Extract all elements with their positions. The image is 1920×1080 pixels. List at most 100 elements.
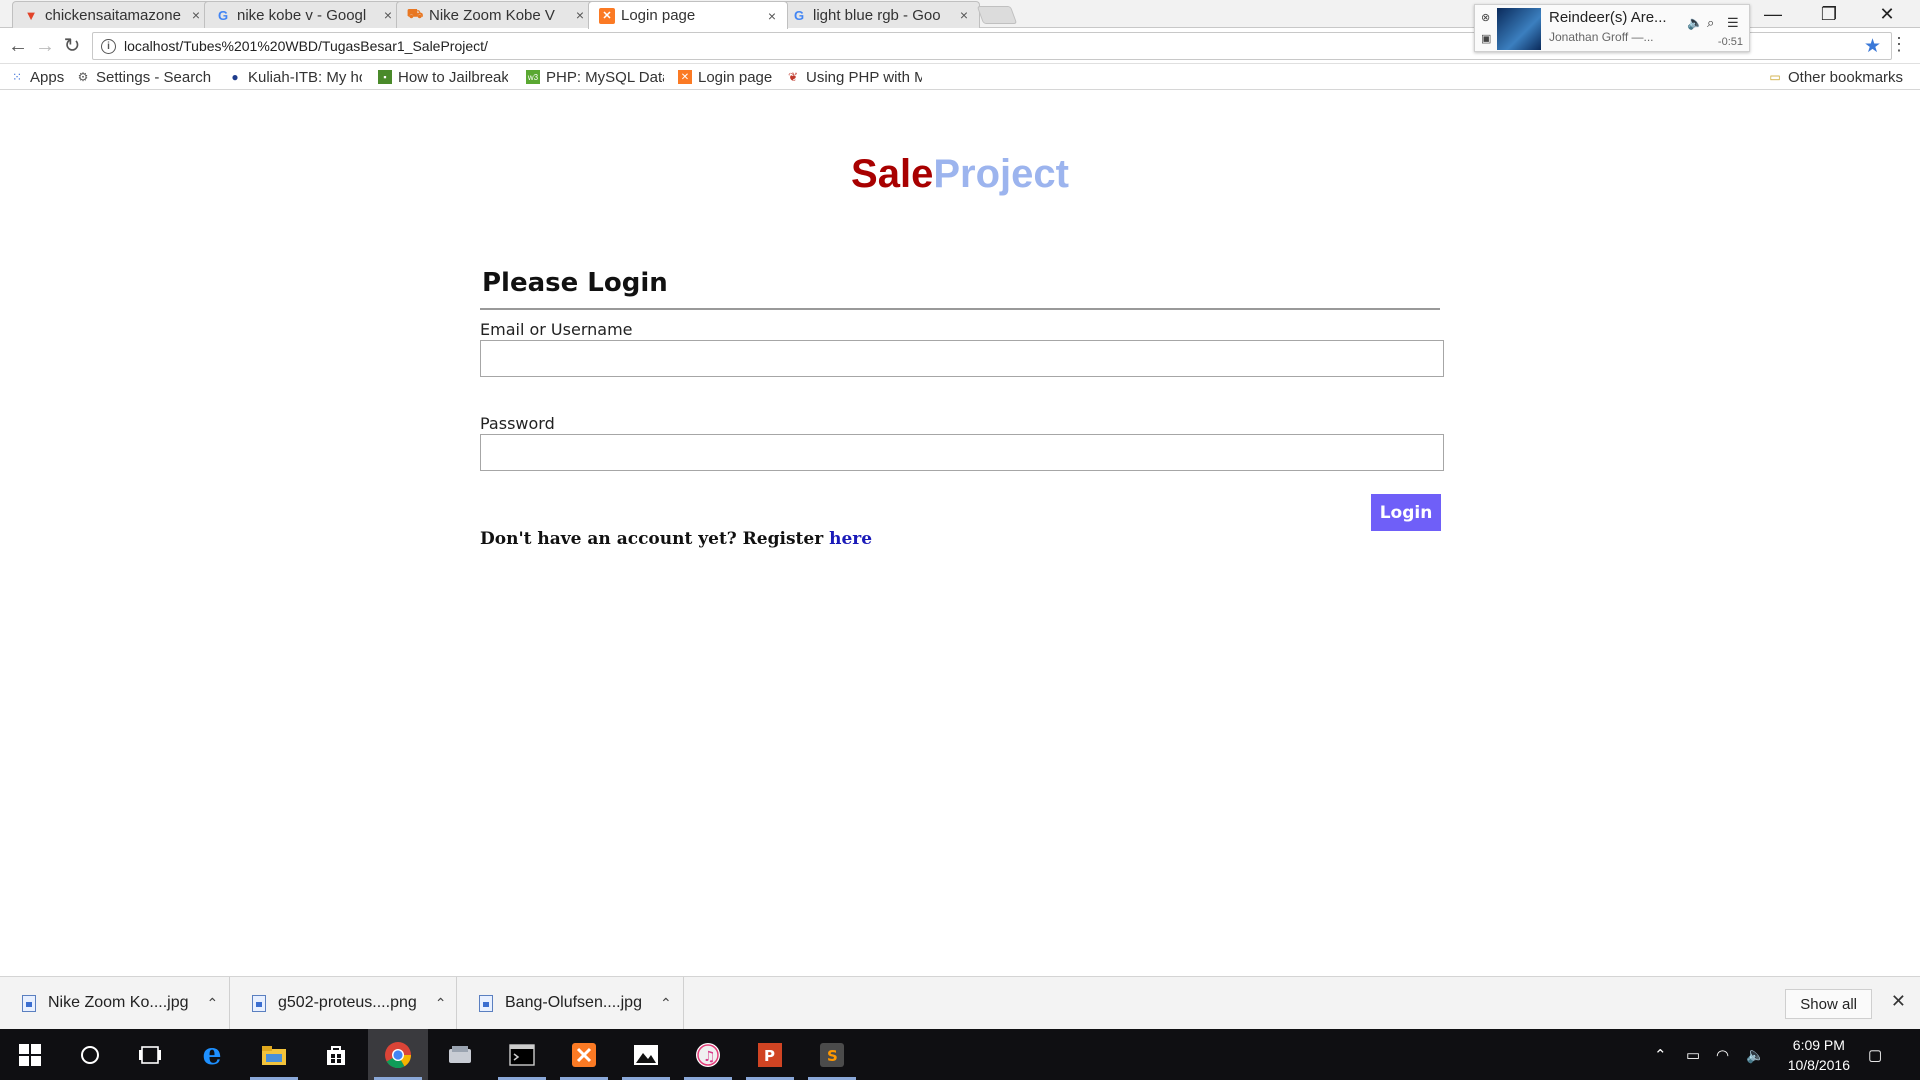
page-content: SaleProject Please Login Email or Userna… bbox=[0, 90, 1920, 976]
other-bookmarks-label: Other bookmarks bbox=[1788, 68, 1904, 86]
download-item[interactable]: Nike Zoom Ko....jpg ⌃ bbox=[0, 977, 230, 1029]
show-all-button[interactable]: Show all bbox=[1785, 989, 1872, 1019]
battery-icon[interactable]: ▭ bbox=[1686, 1029, 1700, 1080]
register-link[interactable]: here bbox=[829, 529, 872, 549]
gitlab-icon: ▼ bbox=[24, 7, 38, 23]
svg-text:P: P bbox=[764, 1047, 775, 1065]
action-center-icon[interactable]: ▢ bbox=[1868, 1029, 1882, 1080]
tab-strip: ▼ chickensaitamazone × G nike kobe v - G… bbox=[0, 0, 1920, 52]
chevron-up-icon[interactable]: ⌃ bbox=[207, 995, 219, 1012]
itb-icon: ● bbox=[231, 70, 239, 84]
windows-taskbar: e ♫ P S ⌃ ▭ ◠ 🔈 6:09 PM 10/8/2016 ▢ bbox=[0, 1029, 1920, 1080]
start-icon[interactable] bbox=[0, 1029, 60, 1080]
download-filename: Bang-Olufsen....jpg bbox=[505, 994, 642, 1011]
image-file-icon bbox=[22, 994, 36, 1012]
tab-title: Login page bbox=[621, 7, 696, 24]
bookmark-label: Apps bbox=[30, 68, 65, 86]
tab-login-page[interactable]: ✕ Login page × bbox=[588, 1, 788, 29]
image-file-icon bbox=[479, 994, 493, 1012]
download-item[interactable]: g502-proteus....png ⌃ bbox=[230, 977, 457, 1029]
bookmark-apps[interactable]: ⁙ Apps bbox=[10, 67, 64, 87]
new-tab-button[interactable] bbox=[976, 6, 1018, 24]
photos-icon[interactable] bbox=[616, 1029, 676, 1080]
gear-icon: ⚙ bbox=[77, 70, 89, 84]
url-text: localhost/Tubes%201%20WBD/TugasBesar1_Sa… bbox=[124, 38, 488, 54]
password-field[interactable] bbox=[480, 434, 1444, 471]
file-explorer-icon[interactable] bbox=[244, 1029, 304, 1080]
tab-chickensaitamazone[interactable]: ▼ chickensaitamazone × bbox=[12, 1, 212, 28]
bookmark-using-php[interactable]: ❦ Using PHP with M bbox=[786, 67, 922, 87]
download-shelf: Nike Zoom Ko....jpg ⌃ g502-proteus....pn… bbox=[0, 976, 1920, 1029]
reload-button[interactable]: ↻ bbox=[60, 34, 84, 58]
tab-title: chickensaitamazone bbox=[45, 6, 181, 24]
system-clock[interactable]: 6:09 PM 10/8/2016 bbox=[1788, 1035, 1850, 1075]
bookmark-label: Settings - Search bbox=[96, 68, 212, 86]
cortana-icon[interactable] bbox=[60, 1029, 120, 1080]
back-button[interactable]: ← bbox=[6, 34, 30, 58]
task-view-icon[interactable] bbox=[120, 1029, 180, 1080]
tab-close-icon[interactable]: × bbox=[381, 7, 395, 23]
apps-grid-icon: ⁙ bbox=[11, 70, 23, 84]
bookmark-site-icon: ▪ bbox=[378, 70, 392, 84]
store-icon[interactable] bbox=[306, 1029, 366, 1080]
bookmark-php-mysql[interactable]: w3 PHP: MySQL Data bbox=[526, 67, 664, 87]
cart-icon: ⛟ bbox=[406, 6, 424, 21]
tab-close-icon[interactable]: × bbox=[573, 7, 587, 23]
media-time: -0:51 bbox=[1717, 36, 1743, 48]
forward-button[interactable]: → bbox=[33, 34, 57, 58]
chrome-menu-icon[interactable]: ⋮ bbox=[1890, 34, 1908, 55]
login-button[interactable]: Login bbox=[1371, 494, 1441, 531]
bookmark-star-icon[interactable]: ★ bbox=[1864, 35, 1881, 58]
media-player[interactable]: ⊗ ▣ Reindeer(s) Are... Jonathan Groff —.… bbox=[1474, 4, 1750, 52]
bookmark-login-page[interactable]: ✕ Login page bbox=[678, 67, 772, 87]
close-shelf-icon[interactable]: ✕ bbox=[1891, 991, 1906, 1012]
bookmark-settings-search[interactable]: ⚙ Settings - Search bbox=[76, 67, 212, 87]
app-icon[interactable] bbox=[430, 1029, 490, 1080]
sublime-icon[interactable]: S bbox=[802, 1029, 862, 1080]
volume-icon[interactable]: 🔈 bbox=[1746, 1029, 1765, 1080]
powerpoint-icon[interactable]: P bbox=[740, 1029, 800, 1080]
itunes-icon[interactable]: ♫ bbox=[678, 1029, 738, 1080]
password-label: Password bbox=[480, 414, 555, 433]
minimize-button[interactable]: — bbox=[1744, 0, 1802, 28]
show-hidden-icons[interactable]: ⌃ bbox=[1654, 1029, 1667, 1080]
tab-light-blue-rgb[interactable]: G light blue rgb - Goo × bbox=[780, 1, 980, 28]
xampp-icon[interactable] bbox=[554, 1029, 614, 1080]
download-item[interactable]: Bang-Olufsen....jpg ⌃ bbox=[457, 977, 684, 1029]
close-window-button[interactable]: ✕ bbox=[1858, 0, 1916, 28]
media-close-icon[interactable]: ⊗ bbox=[1481, 11, 1490, 24]
tab-title: Nike Zoom Kobe V bbox=[429, 6, 555, 24]
login-form: Please Login Email or Username Password … bbox=[480, 268, 1444, 549]
other-bookmarks[interactable]: ▭ Other bookmarks bbox=[1768, 67, 1903, 87]
info-icon[interactable]: i bbox=[101, 38, 116, 54]
search-icon[interactable]: ⌕ bbox=[1707, 15, 1714, 31]
bookmark-how-to-jailbreak[interactable]: ▪ How to Jailbreak bbox=[378, 67, 508, 87]
playlist-icon[interactable]: ☰ bbox=[1727, 15, 1739, 31]
media-expand-icon[interactable]: ▣ bbox=[1481, 32, 1491, 45]
tab-nike-zoom-kobe[interactable]: ⛟ Nike Zoom Kobe V × bbox=[396, 1, 596, 28]
chevron-up-icon[interactable]: ⌃ bbox=[435, 995, 447, 1012]
volume-icon[interactable]: 🔈 bbox=[1687, 15, 1703, 31]
edge-icon[interactable]: e bbox=[182, 1029, 242, 1080]
terminal-icon[interactable] bbox=[492, 1029, 552, 1080]
xampp-icon: ✕ bbox=[599, 7, 615, 24]
tab-title: nike kobe v - Googl bbox=[237, 6, 367, 24]
tab-nike-kobe-google[interactable]: G nike kobe v - Googl × bbox=[204, 1, 404, 28]
bookmark-label: Kuliah-ITB: My ho bbox=[248, 68, 362, 86]
screen: ▼ chickensaitamazone × G nike kobe v - G… bbox=[0, 0, 1920, 1080]
svg-text:S: S bbox=[827, 1047, 838, 1065]
chrome-icon[interactable] bbox=[368, 1029, 428, 1080]
email-field[interactable] bbox=[480, 340, 1444, 377]
download-filename: g502-proteus....png bbox=[278, 994, 417, 1011]
bookmark-kuliah-itb[interactable]: ● Kuliah-ITB: My ho bbox=[228, 67, 362, 87]
bookmark-label: How to Jailbreak bbox=[398, 68, 508, 86]
tab-title: light blue rgb - Goo bbox=[813, 6, 941, 24]
brand-project: Project bbox=[933, 152, 1069, 196]
tab-close-icon[interactable]: × bbox=[189, 7, 203, 23]
tab-close-icon[interactable]: × bbox=[765, 8, 779, 24]
chevron-up-icon[interactable]: ⌃ bbox=[660, 995, 672, 1012]
wifi-icon[interactable]: ◠ bbox=[1716, 1029, 1729, 1080]
restore-button[interactable]: ❐ bbox=[1800, 0, 1858, 28]
bookmarks-bar: ⁙ Apps ⚙ Settings - Search ● Kuliah-ITB:… bbox=[0, 64, 1920, 90]
tab-close-icon[interactable]: × bbox=[957, 7, 971, 23]
